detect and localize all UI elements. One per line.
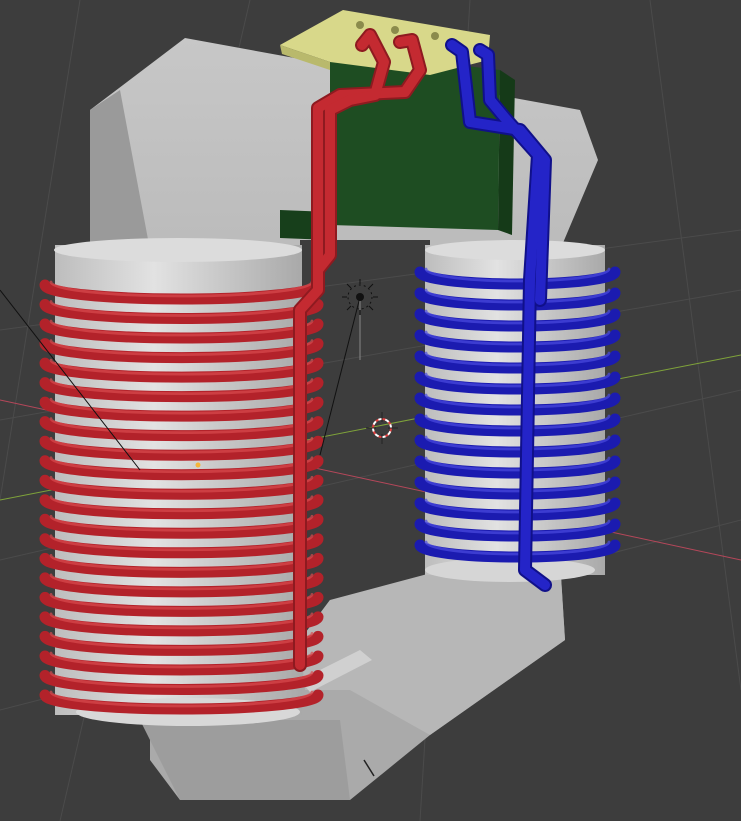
- grid-line: [649, 0, 741, 691]
- 3d-cursor-icon[interactable]: [366, 412, 398, 444]
- viewport-canvas[interactable]: [0, 0, 741, 821]
- 3d-viewport[interactable]: [0, 0, 741, 821]
- object-origin-dot: [195, 462, 201, 468]
